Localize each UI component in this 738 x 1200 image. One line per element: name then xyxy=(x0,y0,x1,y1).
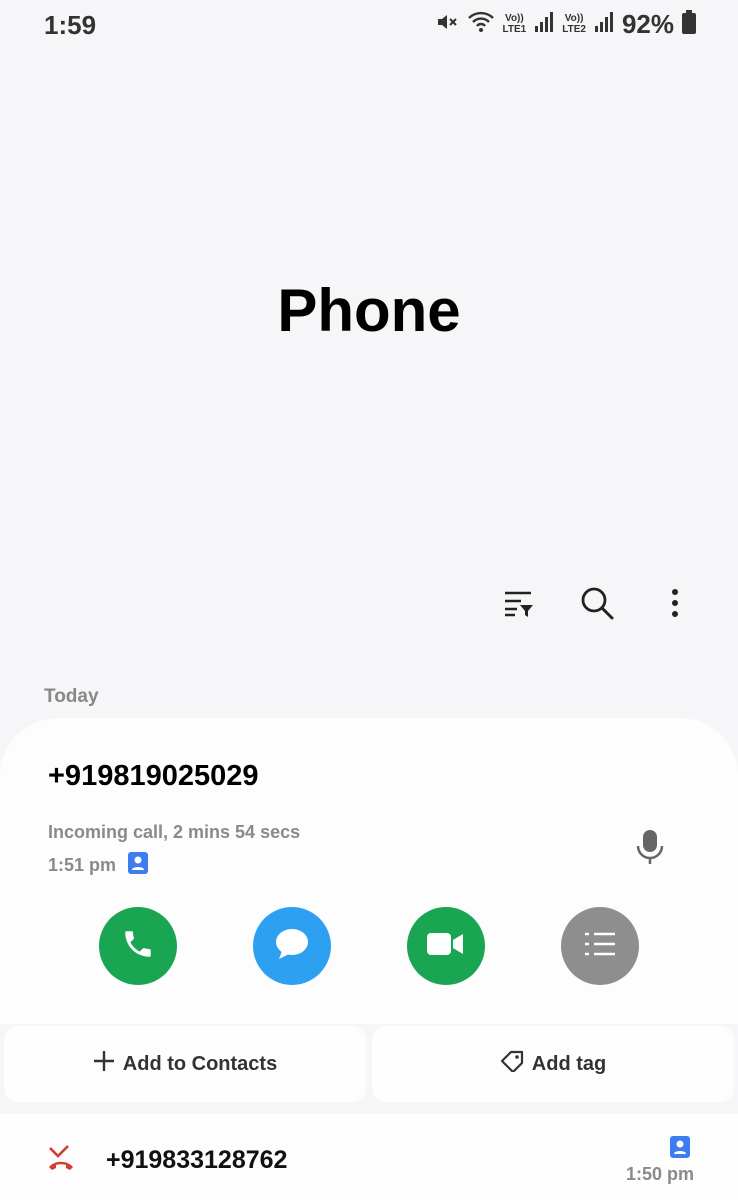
message-button[interactable] xyxy=(253,907,331,985)
status-bar: 1:59 Vo)) LTE1 Vo)) LTE2 92% xyxy=(0,0,738,50)
mute-icon xyxy=(435,10,459,39)
call-log-time: 1:50 pm xyxy=(625,1164,694,1184)
signal-icon-1 xyxy=(534,11,554,38)
call-number: +919819025029 xyxy=(48,760,259,792)
add-tag-button[interactable]: Add tag xyxy=(372,1026,734,1102)
status-icons: Vo)) LTE1 Vo)) LTE2 92% xyxy=(435,8,696,40)
status-time: 1:59 xyxy=(44,10,97,40)
signal-icon-2 xyxy=(594,11,614,38)
message-bubble-icon xyxy=(274,927,310,966)
call-detail: Incoming call, 2 mins 54 secs xyxy=(48,822,301,842)
add-to-contacts-label: Add to Contacts xyxy=(122,1052,278,1075)
call-time: 1:51 pm xyxy=(48,855,117,875)
details-list-icon xyxy=(583,930,617,963)
call-details-button[interactable] xyxy=(561,907,639,985)
call-log-number: +919833128762 xyxy=(106,1146,288,1174)
section-header-today: Today xyxy=(44,686,99,707)
plus-icon xyxy=(93,1050,115,1078)
filter-icon[interactable] xyxy=(496,580,542,626)
sim1-indicator: Vo)) LTE1 xyxy=(503,13,527,35)
sim1-volte-label: Vo)) xyxy=(505,13,524,24)
battery-icon xyxy=(682,9,696,39)
call-button[interactable] xyxy=(99,907,177,985)
call-time-row: 1:51 pm xyxy=(48,852,149,879)
tag-icon xyxy=(500,1050,524,1078)
sim2-volte-label: Vo)) xyxy=(564,13,584,24)
phone-icon xyxy=(121,927,155,966)
contact-card-icon xyxy=(128,852,149,879)
add-to-contacts-button[interactable]: Add to Contacts xyxy=(4,1026,366,1102)
sim1-lte-label: LTE1 xyxy=(502,24,527,35)
contact-card-icon xyxy=(670,1136,690,1163)
video-camera-icon xyxy=(427,931,465,962)
add-tag-label: Add tag xyxy=(531,1052,607,1075)
video-call-button[interactable] xyxy=(407,907,485,985)
sim2-indicator: Vo)) LTE2 xyxy=(562,13,586,35)
more-options-icon[interactable] xyxy=(652,580,698,626)
search-icon[interactable] xyxy=(574,580,620,626)
page-title: Phone xyxy=(277,277,461,344)
wifi-icon xyxy=(467,10,495,39)
sim2-lte-label: LTE2 xyxy=(562,24,586,35)
battery-percent: 92% xyxy=(621,8,674,39)
toolbar xyxy=(496,580,698,626)
missed-call-icon xyxy=(46,1144,76,1177)
recording-mic-icon[interactable] xyxy=(636,828,664,871)
